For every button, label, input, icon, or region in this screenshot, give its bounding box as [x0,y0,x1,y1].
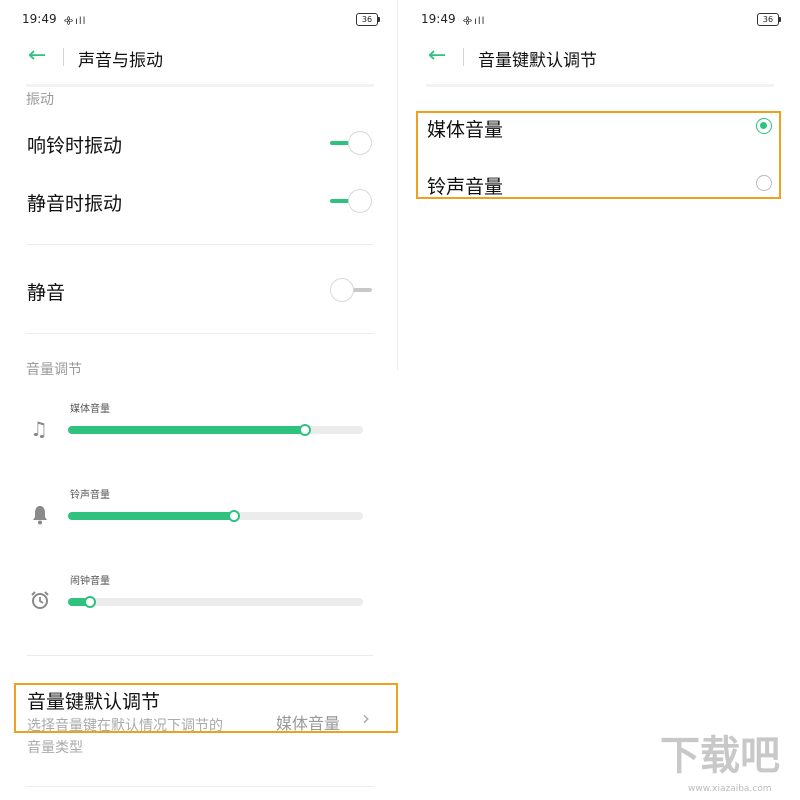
page-title: 声音与振动 [78,51,163,71]
signal-icon: ᯽ıll [462,16,486,27]
default-adjust-desc-line1: 选择音量键在默认情况下调节的 [27,718,223,734]
default-adjust-desc-line2: 音量类型 [27,740,83,756]
radio-unselected-icon[interactable] [756,175,772,191]
default-adjust-row[interactable]: 音量键默认调节 选择音量键在默认情况下调节的 音量类型 媒体音量 › [14,680,398,780]
option-label: 媒体音量 [427,119,504,141]
media-volume-label: 媒体音量 [70,404,110,415]
ring-volume-slider[interactable] [68,510,363,522]
silent-vibrate-toggle[interactable] [330,187,374,215]
page-title: 音量键默认调节 [478,51,597,71]
default-adjust-value: 媒体音量 [276,714,341,733]
battery-level: 36 [762,15,774,24]
header-shadow [26,84,374,87]
watermark-logo: 下载吧 [660,733,780,779]
battery-icon: 36 [356,13,380,26]
back-arrow-icon[interactable]: ← [28,45,46,67]
status-time: 19:49 [421,12,456,26]
mute-toggle[interactable] [330,276,374,304]
battery-level: 36 [361,15,373,24]
slider-fill [68,426,307,434]
silent-vibrate-label: 静音时振动 [27,193,123,215]
toggle-knob [330,278,354,302]
slider-knob[interactable] [299,424,311,436]
alarm-volume-label: 闹钟音量 [70,576,110,587]
alarm-clock-icon [31,591,49,609]
option-media-volume[interactable]: 媒体音量 [418,113,779,155]
signal-icon: ᯽ıll [63,16,87,27]
back-arrow-icon[interactable]: ← [428,45,446,67]
divider [26,655,374,656]
status-time: 19:49 [22,12,57,26]
default-adjust-title: 音量键默认调节 [27,691,161,713]
bell-icon [33,506,47,525]
ring-vibrate-toggle[interactable] [330,129,374,157]
slider-knob[interactable] [228,510,240,522]
divider [26,333,374,334]
chevron-right-icon: › [362,706,370,730]
battery-icon: 36 [757,13,781,26]
ring-vibrate-label: 响铃时振动 [27,135,123,157]
slider-fill [68,512,236,520]
section-volume: 音量调节 [26,362,82,378]
option-ring-volume[interactable]: 铃声音量 [418,157,779,198]
music-note-icon: ♫ [30,417,48,441]
option-label: 铃声音量 [427,176,504,198]
alarm-volume-slider[interactable] [68,596,363,608]
section-vibration: 振动 [26,92,54,108]
watermark-url: www.xiazaiba.com [688,784,772,794]
divider [26,244,374,245]
header-shadow [426,84,774,87]
slider-knob[interactable] [84,596,96,608]
ring-volume-label: 铃声音量 [70,490,110,501]
divider [26,786,374,787]
header-separator [463,48,464,66]
panel-divider [397,0,398,370]
media-volume-slider[interactable] [68,424,363,436]
header-separator [63,48,64,66]
toggle-knob [348,189,372,213]
toggle-knob [348,131,372,155]
mute-label: 静音 [27,282,66,304]
radio-selected-icon[interactable] [756,118,772,134]
